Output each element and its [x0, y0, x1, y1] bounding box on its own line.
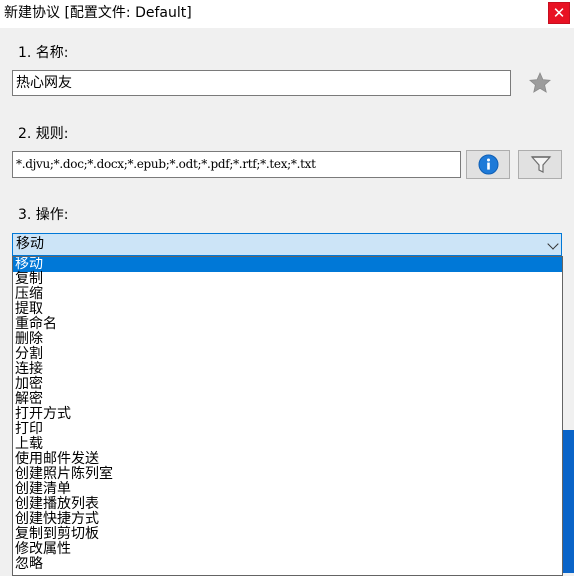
title-bar: 新建协议 [配置文件: Default] ✕ [0, 0, 574, 28]
star-icon[interactable] [528, 71, 552, 95]
dropdown-option[interactable]: 加密 [13, 377, 562, 392]
action-select[interactable]: 移动 [12, 233, 562, 256]
dropdown-option[interactable]: 压缩 [13, 287, 562, 302]
dropdown-option[interactable]: 创建照片陈列室 [13, 467, 562, 482]
dropdown-option[interactable]: 修改属性 [13, 542, 562, 557]
dropdown-option[interactable]: 打开方式 [13, 407, 562, 422]
close-icon: ✕ [552, 4, 566, 22]
dropdown-option[interactable]: 创建清单 [13, 482, 562, 497]
dropdown-option[interactable]: 删除 [13, 332, 562, 347]
dropdown-option[interactable]: 重命名 [13, 317, 562, 332]
action-label: 3. 操作: [18, 207, 69, 223]
background-strip [562, 430, 574, 573]
chevron-down-icon [547, 238, 559, 250]
dropdown-option[interactable]: 分割 [13, 347, 562, 362]
dropdown-option[interactable]: 忽略 [13, 557, 562, 572]
filter-button[interactable] [518, 150, 562, 179]
dropdown-option[interactable]: 使用邮件发送 [13, 452, 562, 467]
info-icon [478, 154, 499, 175]
filter-icon [530, 156, 552, 173]
action-dropdown-list: 移动 复制 压缩 提取 重命名 删除 分割 连接 加密 解密 打开方式 打印 上… [12, 256, 563, 576]
dropdown-option[interactable]: 创建快捷方式 [13, 512, 562, 527]
name-input[interactable]: 热心网友 [12, 70, 511, 96]
dropdown-option[interactable]: 复制 [13, 272, 562, 287]
dropdown-option[interactable]: 打印 [13, 422, 562, 437]
dropdown-option[interactable]: 连接 [13, 362, 562, 377]
rule-input[interactable]: *.djvu;*.doc;*.docx;*.epub;*.odt;*.pdf;*… [12, 151, 461, 178]
action-selected-value: 移动 [16, 236, 44, 252]
window-title: 新建协议 [配置文件: Default] [4, 5, 192, 21]
dropdown-option[interactable]: 上载 [13, 437, 562, 452]
rule-label: 2. 规则: [18, 126, 69, 142]
name-label: 1. 名称: [18, 45, 69, 61]
close-button[interactable]: ✕ [548, 2, 570, 24]
dropdown-option[interactable]: 复制到剪切板 [13, 527, 562, 542]
dropdown-option[interactable]: 解密 [13, 392, 562, 407]
dropdown-option-selected[interactable]: 移动 [13, 257, 562, 272]
dropdown-option[interactable]: 创建播放列表 [13, 497, 562, 512]
info-button[interactable] [466, 150, 510, 179]
dropdown-option[interactable]: 提取 [13, 302, 562, 317]
